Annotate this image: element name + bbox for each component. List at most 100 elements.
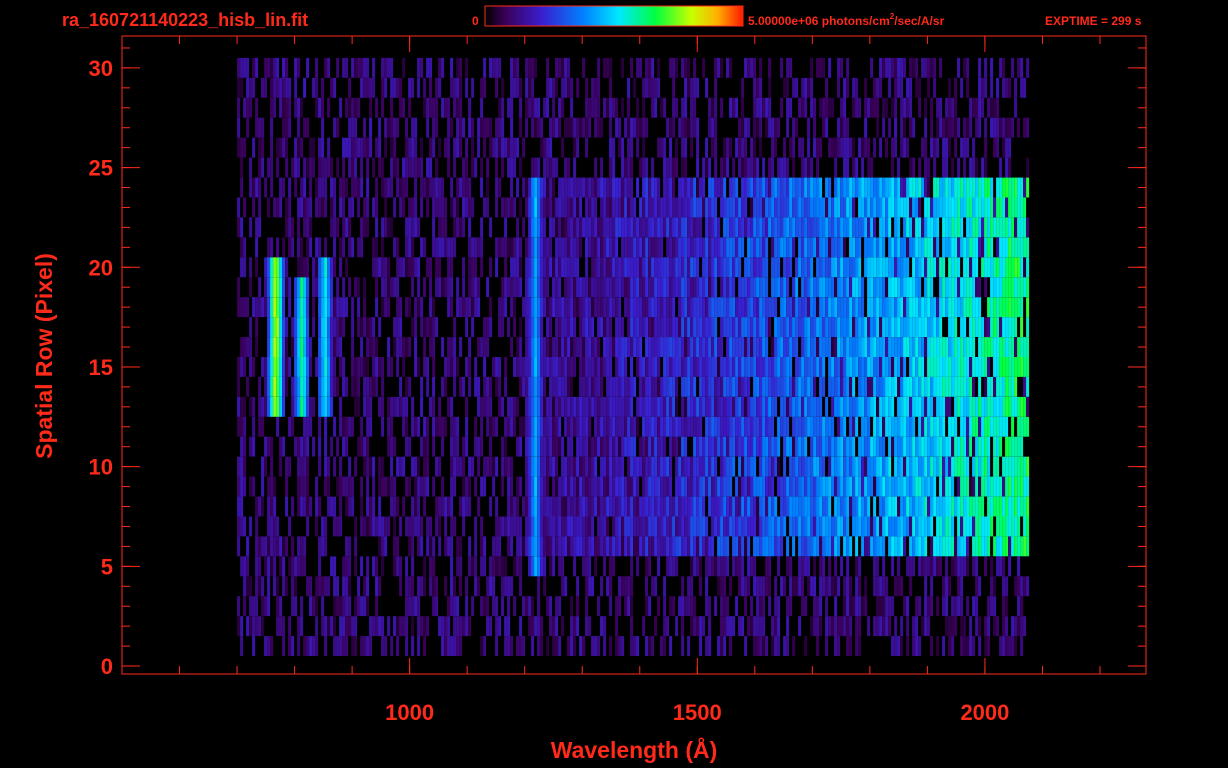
heatmap-cell <box>855 317 859 337</box>
heatmap-cell <box>324 456 328 477</box>
heatmap-cell <box>684 257 688 278</box>
heatmap-cell <box>363 456 367 477</box>
heatmap-cell <box>711 456 715 477</box>
heatmap-cell <box>297 357 301 377</box>
heatmap-cell <box>789 476 793 497</box>
heatmap-cell <box>765 317 769 337</box>
heatmap-cell <box>996 357 1000 377</box>
heatmap-cell <box>654 217 658 238</box>
heatmap-cell <box>693 516 697 537</box>
heatmap-cell <box>735 237 739 258</box>
heatmap-cell <box>939 516 943 537</box>
heatmap-cell <box>558 277 562 298</box>
heatmap-cell <box>873 337 877 357</box>
heatmap-cell <box>840 396 844 417</box>
heatmap-cell <box>495 376 499 397</box>
heatmap-cell <box>606 376 610 397</box>
heatmap-cell <box>993 616 997 637</box>
heatmap-cell <box>423 317 427 337</box>
heatmap-cell <box>705 257 709 278</box>
heatmap-cell <box>858 476 862 497</box>
heatmap-cell <box>549 357 553 377</box>
heatmap-cell <box>498 376 502 397</box>
heatmap-cell <box>609 217 613 238</box>
heatmap-cell <box>522 536 526 557</box>
heatmap-cell <box>528 357 532 377</box>
heatmap-cell <box>666 556 670 577</box>
heatmap-cell <box>1023 416 1027 437</box>
heatmap-cell <box>903 277 907 298</box>
heatmap-cell <box>303 317 307 337</box>
heatmap-cell <box>825 396 829 417</box>
heatmap-cell <box>846 616 850 637</box>
heatmap-cell <box>597 476 601 497</box>
heatmap-cell <box>942 576 946 597</box>
heatmap-cell <box>720 496 724 517</box>
heatmap-cell <box>492 476 496 497</box>
heatmap-cell <box>801 476 805 497</box>
heatmap-cell <box>432 376 436 397</box>
heatmap-cell <box>981 496 985 517</box>
heatmap-cell <box>555 217 559 238</box>
heatmap-cell <box>393 137 397 158</box>
heatmap-cell <box>888 357 892 377</box>
heatmap-cell <box>684 596 688 617</box>
heatmap-cell <box>984 536 988 557</box>
heatmap-cell <box>990 337 994 357</box>
heatmap-cell <box>390 436 394 457</box>
heatmap-cell <box>909 556 913 577</box>
heatmap-cell <box>1020 616 1024 637</box>
heatmap-cell <box>504 636 508 656</box>
heatmap-cell <box>645 157 649 178</box>
heatmap-cell <box>894 297 898 318</box>
heatmap-cell <box>708 297 712 318</box>
heatmap-cell <box>417 496 421 517</box>
heatmap-cell <box>501 277 505 298</box>
heatmap-cell <box>783 337 787 357</box>
heatmap-cell <box>675 416 679 437</box>
heatmap-cell <box>252 636 256 656</box>
heatmap-cell <box>1011 456 1015 477</box>
heatmap-cell <box>687 177 691 198</box>
heatmap-cell <box>912 456 916 477</box>
heatmap-cell <box>888 536 892 557</box>
heatmap-cell <box>297 297 301 318</box>
heatmap-cell <box>933 556 937 577</box>
heatmap-cell <box>624 217 628 238</box>
heatmap-cell <box>594 536 598 557</box>
heatmap-cell <box>984 416 988 437</box>
heatmap-cell <box>912 376 916 397</box>
heatmap-cell <box>813 616 817 637</box>
heatmap-cell <box>495 556 499 577</box>
heatmap-cell <box>861 376 865 397</box>
heatmap-cell <box>909 476 913 497</box>
heatmap-cell <box>270 556 274 577</box>
heatmap-cell <box>456 536 460 557</box>
heatmap-cell <box>849 536 853 557</box>
heatmap-cell <box>513 596 517 617</box>
heatmap-cell <box>981 456 985 477</box>
heatmap-cell <box>567 357 571 377</box>
heatmap-cell <box>912 277 916 298</box>
heatmap-cell <box>1020 277 1024 298</box>
heatmap-cell <box>519 476 523 497</box>
heatmap-cell <box>750 456 754 477</box>
heatmap-cell <box>879 596 883 617</box>
heatmap-cell <box>552 357 556 377</box>
heatmap-cell <box>768 416 772 437</box>
heatmap-cell <box>270 337 274 357</box>
heatmap-cell <box>759 576 763 597</box>
heatmap-cell <box>243 596 247 617</box>
heatmap-cell <box>354 157 358 178</box>
heatmap-cell <box>951 636 955 656</box>
heatmap-cell <box>414 257 418 278</box>
heatmap-cell <box>684 337 688 357</box>
heatmap-cell <box>792 536 796 557</box>
heatmap-cell <box>975 496 979 517</box>
heatmap-cell <box>915 496 919 517</box>
heatmap-cell <box>840 416 844 437</box>
heatmap-cell <box>843 616 847 637</box>
heatmap-cell <box>936 376 940 397</box>
heatmap-cell <box>273 357 277 377</box>
heatmap-cell <box>927 237 931 258</box>
